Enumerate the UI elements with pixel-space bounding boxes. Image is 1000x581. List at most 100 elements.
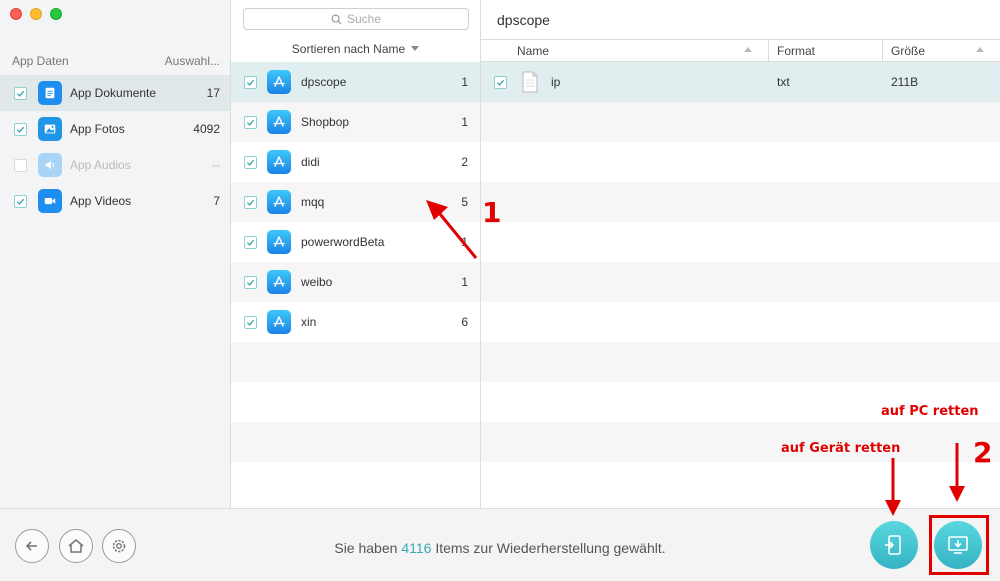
app-name: powerwordBeta bbox=[301, 235, 385, 249]
sidebar-item-app-fotos[interactable]: App Fotos 4092 bbox=[0, 111, 230, 147]
checkbox[interactable] bbox=[244, 155, 257, 169]
sidebar-item-count: 4092 bbox=[193, 122, 220, 136]
file-format: txt bbox=[777, 75, 790, 89]
sidebar-item-label: App Audios bbox=[70, 158, 131, 172]
app-row[interactable]: Shopbop 1 bbox=[231, 102, 480, 142]
footer-bar: Sie haben 4116 Items zur Wiederherstellu… bbox=[0, 508, 1000, 581]
column-header-size[interactable]: Größe bbox=[883, 40, 1000, 61]
caret-down-icon bbox=[411, 46, 420, 51]
app-row[interactable]: mqq 5 bbox=[231, 182, 480, 222]
file-size: 211B bbox=[891, 75, 919, 89]
app-row[interactable]: xin 6 bbox=[231, 302, 480, 342]
file-table-body: ip txt 211B bbox=[481, 62, 1000, 508]
sidebar-header-select[interactable]: Auswahl... bbox=[165, 54, 220, 68]
step1-number: 1 bbox=[482, 196, 502, 229]
app-name: xin bbox=[301, 315, 317, 329]
sort-up-icon bbox=[976, 47, 984, 52]
file-table-header: Name Format Größe bbox=[481, 39, 1000, 62]
empty-row bbox=[481, 302, 1000, 342]
document-icon bbox=[38, 81, 62, 105]
checkbox[interactable] bbox=[244, 315, 257, 329]
empty-row bbox=[231, 462, 480, 502]
empty-row bbox=[481, 262, 1000, 302]
sidebar: App Daten Auswahl... App Dokumente 17 App … bbox=[0, 0, 231, 508]
pc-button-highlight-frame bbox=[929, 515, 989, 575]
empty-row bbox=[481, 222, 1000, 262]
window-controls bbox=[10, 8, 62, 20]
photo-icon bbox=[38, 117, 62, 141]
checkbox[interactable] bbox=[14, 158, 27, 172]
checkbox[interactable] bbox=[14, 122, 27, 136]
phone-restore-icon bbox=[885, 535, 901, 555]
empty-row bbox=[481, 182, 1000, 222]
empty-row bbox=[481, 422, 1000, 462]
empty-row bbox=[481, 462, 1000, 502]
checkbox[interactable] bbox=[244, 235, 257, 249]
sidebar-item-label: App Fotos bbox=[70, 122, 125, 136]
empty-row bbox=[231, 342, 480, 382]
app-row[interactable]: didi 2 bbox=[231, 142, 480, 182]
app-row[interactable]: weibo 1 bbox=[231, 262, 480, 302]
sidebar-item-count: 7 bbox=[213, 194, 220, 208]
app-name: didi bbox=[301, 155, 320, 169]
empty-row bbox=[481, 342, 1000, 382]
sidebar-item-app-dokumente[interactable]: App Dokumente 17 bbox=[0, 75, 230, 111]
checkbox[interactable] bbox=[244, 275, 257, 289]
device-label: auf Gerät retten bbox=[781, 441, 901, 456]
sidebar-item-app-videos[interactable]: App Videos 7 bbox=[0, 183, 230, 219]
app-name: dpscope bbox=[301, 75, 347, 89]
app-count: 1 bbox=[461, 115, 468, 129]
column-header-format[interactable]: Format bbox=[769, 40, 883, 61]
minimize-window-button[interactable] bbox=[30, 8, 42, 20]
checkbox[interactable] bbox=[244, 75, 257, 89]
search-input[interactable]: Suche bbox=[243, 8, 469, 30]
file-name: ip bbox=[551, 75, 561, 89]
app-name: mqq bbox=[301, 195, 325, 209]
step2-number: 2 bbox=[973, 436, 993, 469]
audio-icon bbox=[38, 153, 62, 177]
search-icon bbox=[331, 14, 342, 25]
app-store-icon bbox=[267, 310, 291, 334]
file-row[interactable]: ip txt 211B bbox=[481, 62, 1000, 102]
sidebar-category-list: App Dokumente 17 App Fotos 4092 App Audios --… bbox=[0, 75, 230, 219]
pc-label: auf PC retten bbox=[881, 404, 979, 419]
detail-title: dpscope bbox=[497, 12, 550, 28]
app-row[interactable]: powerwordBeta 1 bbox=[231, 222, 480, 262]
empty-row bbox=[231, 422, 480, 462]
app-name: weibo bbox=[301, 275, 333, 289]
sort-dropdown[interactable]: Sortieren nach Name bbox=[231, 42, 480, 56]
app-count: 1 bbox=[461, 235, 468, 249]
recover-to-device-button[interactable] bbox=[870, 521, 918, 569]
app-name: Shopbop bbox=[301, 115, 350, 129]
checkbox[interactable] bbox=[244, 195, 257, 209]
checkbox[interactable] bbox=[14, 194, 27, 208]
sort-up-icon bbox=[744, 47, 752, 52]
app-store-icon bbox=[267, 270, 291, 294]
video-icon bbox=[38, 189, 62, 213]
app-store-icon bbox=[267, 110, 291, 134]
checkbox[interactable] bbox=[244, 115, 257, 129]
app-row[interactable]: dpscope 1 bbox=[231, 62, 480, 102]
checkbox[interactable] bbox=[494, 75, 507, 89]
sidebar-item-app-audios[interactable]: App Audios -- bbox=[0, 147, 230, 183]
column-header-name[interactable]: Name bbox=[481, 40, 769, 61]
sidebar-item-label: App Dokumente bbox=[70, 86, 157, 100]
app-count: 6 bbox=[461, 315, 468, 329]
empty-row bbox=[481, 142, 1000, 182]
empty-row bbox=[481, 102, 1000, 142]
zoom-window-button[interactable] bbox=[50, 8, 62, 20]
sidebar-item-count: 17 bbox=[206, 86, 220, 100]
app-store-icon bbox=[267, 70, 291, 94]
status-message: Sie haben 4116 Items zur Wiederherstellu… bbox=[334, 540, 666, 556]
app-list-panel: Suche Sortieren nach Name dpscope 1 Shopbo… bbox=[231, 0, 481, 508]
app-store-icon bbox=[267, 150, 291, 174]
file-icon bbox=[521, 71, 551, 93]
close-window-button[interactable] bbox=[10, 8, 22, 20]
file-detail-panel: dpscope Name Format Größe ip txt 211B bbox=[481, 0, 1000, 508]
sort-label: Sortieren nach Name bbox=[291, 42, 406, 56]
sidebar-header: App Daten Auswahl... bbox=[12, 54, 220, 68]
app-count: 5 bbox=[461, 195, 468, 209]
checkbox[interactable] bbox=[14, 86, 27, 100]
sidebar-header-title: App Daten bbox=[12, 54, 69, 68]
sidebar-item-count: -- bbox=[212, 158, 220, 172]
